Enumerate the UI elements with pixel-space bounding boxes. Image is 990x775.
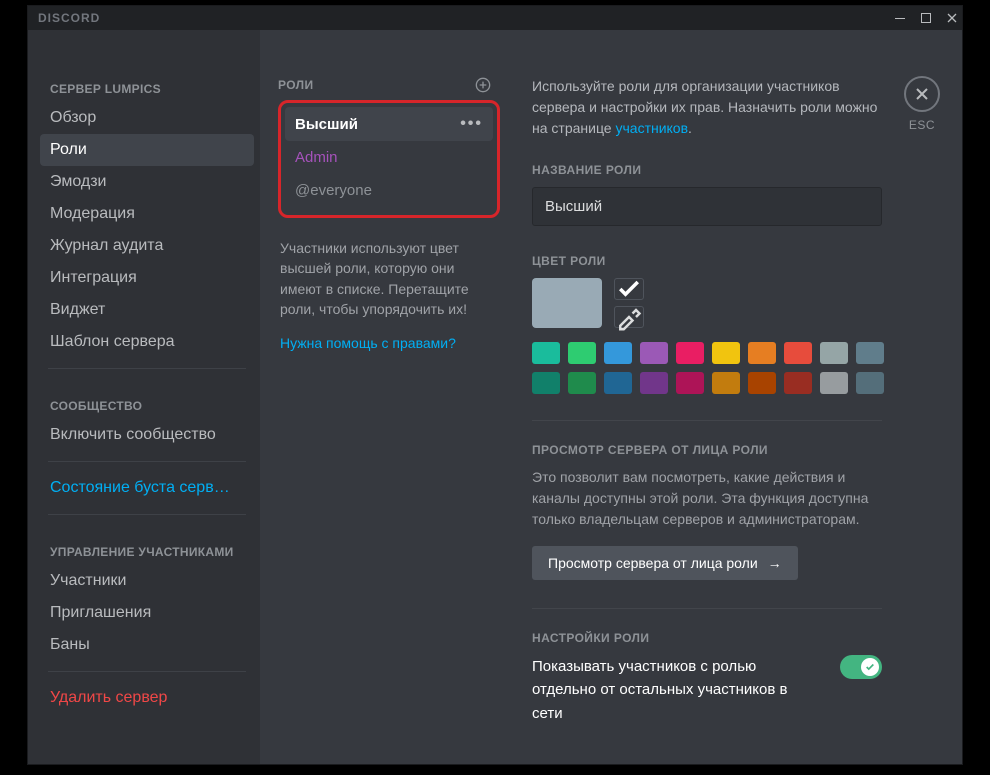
sidebar-item-emoji[interactable]: Эмодзи xyxy=(40,166,254,198)
sidebar-item-enable-community[interactable]: Включить сообщество xyxy=(40,419,254,451)
color-swatch[interactable] xyxy=(856,342,884,364)
sidebar-item-bans[interactable]: Баны xyxy=(40,629,254,661)
role-item-admin[interactable]: Admin xyxy=(285,141,493,174)
color-swatch[interactable] xyxy=(712,372,740,394)
arrow-right-icon: → xyxy=(768,555,782,571)
sidebar-item-delete-server[interactable]: Удалить сервер xyxy=(40,682,254,714)
color-swatch[interactable] xyxy=(640,372,668,394)
toggle-knob xyxy=(861,658,879,676)
sidebar-item-overview[interactable]: Обзор xyxy=(40,102,254,134)
color-swatch[interactable] xyxy=(748,342,776,364)
view-as-role-label: Просмотр сервера от лица роли xyxy=(548,555,758,571)
roles-hint-text: Участники используют цвет высшей роли, к… xyxy=(280,238,492,319)
sidebar-category-community: СООБЩЕСТВО xyxy=(40,393,254,419)
check-icon xyxy=(865,662,875,672)
sidebar-item-roles[interactable]: Роли xyxy=(40,134,254,166)
section-divider xyxy=(532,608,882,609)
sidebar-category-server: СЕРВЕР LUMPICS xyxy=(40,76,254,102)
role-item-label: Высший xyxy=(295,116,358,133)
sidebar-separator xyxy=(48,671,246,672)
sidebar-separator xyxy=(48,514,246,515)
roles-help-link[interactable]: Нужна помощь с правами? xyxy=(280,335,508,351)
color-swatch[interactable] xyxy=(820,372,848,394)
sidebar-item-members[interactable]: Участники xyxy=(40,565,254,597)
app-window: DISCORD СЕРВЕР LUMPICS Обзор Роли Эмодзи… xyxy=(27,5,963,765)
color-swatch[interactable] xyxy=(604,372,632,394)
preview-section-label: ПРОСМОТР СЕРВЕРА ОТ ЛИЦА РОЛИ xyxy=(532,443,882,457)
sidebar-item-moderation[interactable]: Модерация xyxy=(40,198,254,230)
esc-label: ESC xyxy=(909,118,935,132)
role-settings-panel: Используйте роли для организации участни… xyxy=(508,30,962,764)
sidebar-item-boost-status[interactable]: Состояние буста серв… xyxy=(40,472,254,504)
close-settings-button[interactable]: ESC xyxy=(904,76,940,132)
section-divider xyxy=(532,420,882,421)
sidebar-category-members: УПРАВЛЕНИЕ УЧАСТНИКАМИ xyxy=(40,539,254,565)
role-item-everyone[interactable]: @everyone xyxy=(285,174,493,207)
x-icon xyxy=(914,86,930,102)
close-icon[interactable] xyxy=(946,12,958,24)
color-swatch-grid xyxy=(532,342,882,394)
maximize-icon[interactable] xyxy=(920,12,932,24)
close-circle xyxy=(904,76,940,112)
minimize-icon[interactable] xyxy=(894,12,906,24)
color-swatch[interactable] xyxy=(568,372,596,394)
roles-highlight-box: Высший ••• Admin @everyone xyxy=(278,100,500,218)
role-item-label: Admin xyxy=(295,149,338,166)
preview-section-text: Это позволит вам посмотреть, какие дейст… xyxy=(532,467,882,530)
view-as-role-button[interactable]: Просмотр сервера от лица роли → xyxy=(532,546,798,580)
color-swatch[interactable] xyxy=(784,372,812,394)
roles-list-column: РОЛИ Высший ••• Admin @everyone xyxy=(260,30,508,764)
color-swatch[interactable] xyxy=(748,372,776,394)
role-name-label: НАЗВАНИЕ РОЛИ xyxy=(532,163,882,177)
color-swatch[interactable] xyxy=(820,342,848,364)
color-swatch[interactable] xyxy=(712,342,740,364)
display-separately-label: Показывать участников с ролью отдельно о… xyxy=(532,655,820,725)
add-role-icon[interactable] xyxy=(474,76,492,94)
titlebar: DISCORD xyxy=(28,6,962,30)
role-settings-label: НАСТРОЙКИ РОЛИ xyxy=(532,631,882,645)
sidebar-separator xyxy=(48,461,246,462)
sidebar-item-integration[interactable]: Интеграция xyxy=(40,262,254,294)
window-controls xyxy=(894,12,958,24)
eyedropper-icon xyxy=(615,303,643,331)
role-item-label: @everyone xyxy=(295,182,372,199)
default-color-swatch[interactable] xyxy=(532,278,602,328)
color-swatch[interactable] xyxy=(856,372,884,394)
display-separately-toggle[interactable] xyxy=(840,655,882,679)
color-swatch[interactable] xyxy=(568,342,596,364)
sidebar-item-invites[interactable]: Приглашения xyxy=(40,597,254,629)
role-more-icon[interactable]: ••• xyxy=(460,115,483,133)
sidebar-item-widget[interactable]: Виджет xyxy=(40,294,254,326)
sidebar-item-audit[interactable]: Журнал аудита xyxy=(40,230,254,262)
roles-header: РОЛИ xyxy=(278,78,314,92)
color-swatch[interactable] xyxy=(784,342,812,364)
color-swatch[interactable] xyxy=(640,342,668,364)
color-swatch[interactable] xyxy=(532,372,560,394)
settings-sidebar: СЕРВЕР LUMPICS Обзор Роли Эмодзи Модерац… xyxy=(28,30,260,764)
role-name-input[interactable] xyxy=(532,187,882,226)
eyedropper-button[interactable] xyxy=(614,306,644,328)
members-page-link[interactable]: участников xyxy=(615,120,688,136)
role-color-label: ЦВЕТ РОЛИ xyxy=(532,254,882,268)
color-swatch[interactable] xyxy=(532,342,560,364)
color-swatch[interactable] xyxy=(676,372,704,394)
role-item-highest[interactable]: Высший ••• xyxy=(285,107,493,141)
color-swatch[interactable] xyxy=(676,342,704,364)
custom-color-check[interactable] xyxy=(614,278,644,300)
sidebar-item-template[interactable]: Шаблон сервера xyxy=(40,326,254,358)
sidebar-separator xyxy=(48,368,246,369)
app-brand: DISCORD xyxy=(38,11,100,25)
check-icon xyxy=(615,275,643,303)
roles-description: Используйте роли для организации участни… xyxy=(532,76,882,139)
color-swatch[interactable] xyxy=(604,342,632,364)
